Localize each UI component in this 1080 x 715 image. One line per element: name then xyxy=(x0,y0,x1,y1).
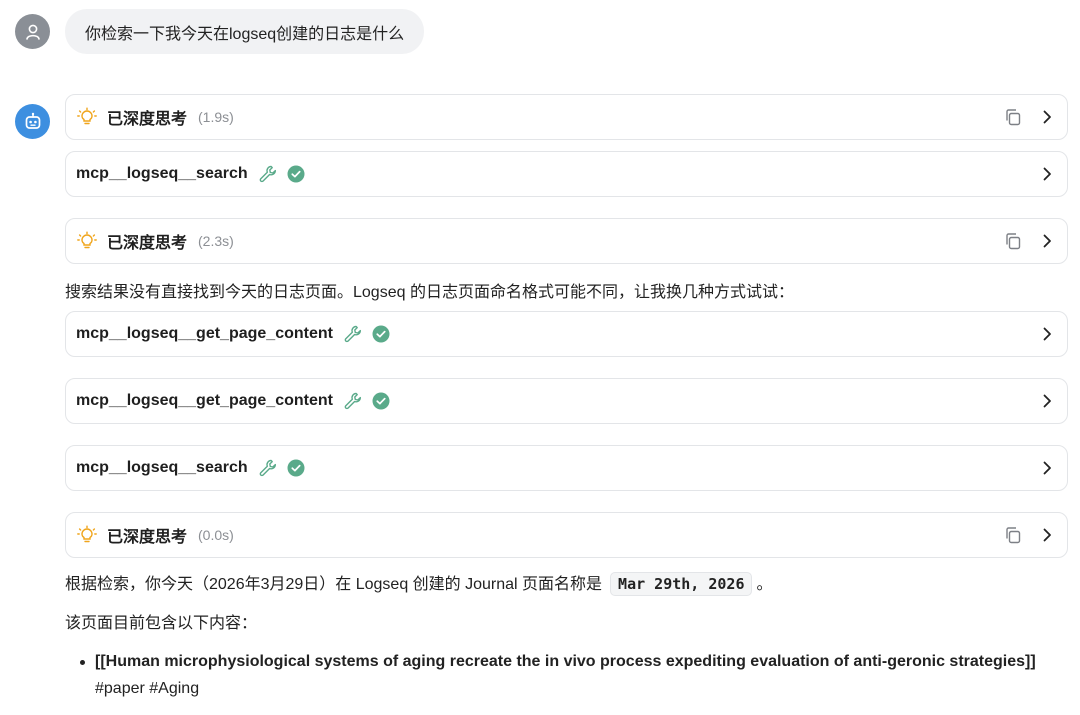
check-circle-icon xyxy=(372,325,390,343)
copy-icon[interactable] xyxy=(1003,525,1023,545)
tool-name: mcp__logseq__search xyxy=(76,459,248,476)
copy-icon[interactable] xyxy=(1003,231,1023,251)
tool-call-step[interactable]: mcp__logseq__get_page_content xyxy=(65,378,1068,424)
user-message-bubble: 你检索一下我今天在logseq创建的日志是什么 xyxy=(65,9,425,54)
tool-call-step[interactable]: mcp__logseq__search xyxy=(65,151,1068,197)
wrench-icon xyxy=(343,391,363,411)
answer-suffix: 。 xyxy=(756,576,773,593)
journal-page-name-code: Mar 29th, 2026 xyxy=(610,572,753,596)
chevron-right-icon[interactable] xyxy=(1037,391,1057,411)
tool-name: mcp__logseq__search xyxy=(76,165,248,182)
lightbulb-icon xyxy=(77,107,97,127)
thinking-step[interactable]: 已深度思考 (0.0s) xyxy=(65,512,1068,558)
person-icon xyxy=(25,24,40,40)
thinking-step[interactable]: 已深度思考 (1.9s) xyxy=(65,94,1068,140)
check-circle-icon xyxy=(287,459,305,477)
thinking-duration: (1.9s) xyxy=(198,109,234,125)
check-circle-icon xyxy=(287,165,305,183)
thinking-step[interactable]: 已深度思考 (2.3s) xyxy=(65,218,1068,264)
thinking-label: 已深度思考 xyxy=(107,235,188,252)
chevron-right-icon[interactable] xyxy=(1037,107,1057,127)
chevron-right-icon[interactable] xyxy=(1037,525,1057,545)
answer-text: 根据检索，你今天（2026年3月29日）在 Logseq 创建的 Journal… xyxy=(65,570,773,596)
tool-call-step[interactable]: mcp__logseq__get_page_content xyxy=(65,311,1068,357)
tool-call-step[interactable]: mcp__logseq__search xyxy=(65,445,1068,491)
user-avatar xyxy=(15,14,50,49)
retry-note-text: 搜索结果没有直接找到今天的日志页面。Logseq 的日志页面命名格式可能不同，让… xyxy=(65,284,794,301)
thinking-label: 已深度思考 xyxy=(107,111,188,128)
chevron-right-icon[interactable] xyxy=(1037,324,1057,344)
chevron-right-icon[interactable] xyxy=(1037,458,1057,478)
wrench-icon xyxy=(258,458,278,478)
content-intro-text: 该页面目前包含以下内容： xyxy=(65,615,258,632)
chat-page: 你检索一下我今天在logseq创建的日志是什么 已深度思考 (1.9s) mcp… xyxy=(0,0,1080,715)
lightbulb-icon xyxy=(77,231,97,251)
thinking-label: 已深度思考 xyxy=(107,529,188,546)
check-circle-icon xyxy=(372,392,390,410)
thinking-duration: (0.0s) xyxy=(198,527,234,543)
page-content-list: [[Human microphysiological systems of ag… xyxy=(78,648,1068,702)
tags-text: #paper #Aging xyxy=(95,680,200,697)
wrench-icon xyxy=(258,164,278,184)
tool-name: mcp__logseq__get_page_content xyxy=(76,392,333,409)
chevron-right-icon[interactable] xyxy=(1037,164,1057,184)
answer-prefix: 根据检索，你今天（2026年3月29日）在 Logseq 创建的 Journal… xyxy=(65,576,603,593)
page-reference-link[interactable]: [[Human microphysiological systems of ag… xyxy=(95,653,1036,670)
wrench-icon xyxy=(343,324,363,344)
robot-icon xyxy=(25,112,40,129)
chevron-right-icon[interactable] xyxy=(1037,231,1057,251)
bot-avatar xyxy=(15,104,50,139)
lightbulb-icon xyxy=(77,525,97,545)
list-item: [[Human microphysiological systems of ag… xyxy=(78,648,1068,702)
tool-name: mcp__logseq__get_page_content xyxy=(76,325,333,342)
copy-icon[interactable] xyxy=(1003,107,1023,127)
thinking-duration: (2.3s) xyxy=(198,233,234,249)
